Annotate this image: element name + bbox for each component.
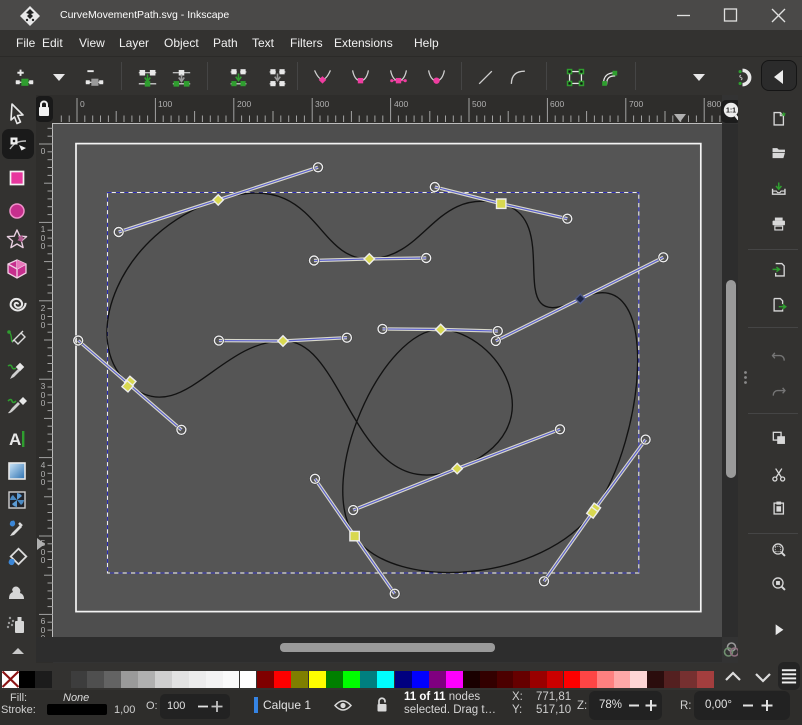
svg-text:1:1: 1:1 — [726, 108, 736, 115]
svg-text:A: A — [9, 430, 21, 449]
